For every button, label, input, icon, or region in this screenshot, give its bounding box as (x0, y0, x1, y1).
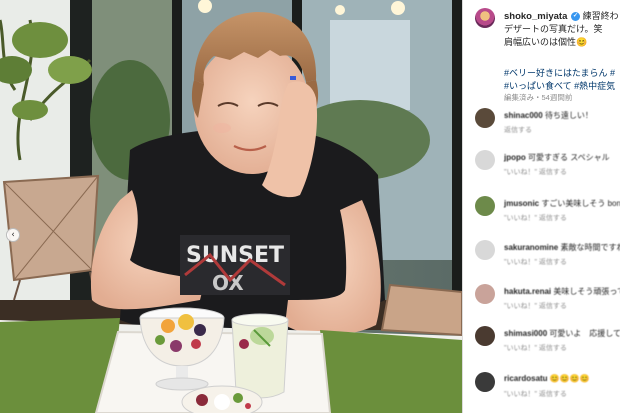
comment-reply-link[interactable]: "いいね！" 返信する (504, 389, 567, 399)
commenter-username[interactable]: shimasi000 (504, 329, 547, 338)
commenter-username[interactable]: hakuta.renai (504, 287, 551, 296)
comment-text: 可愛すぎる スペシャル (528, 153, 610, 162)
comment-reply-link[interactable]: "いいね！" 返信する (504, 213, 567, 223)
comment-reply-link[interactable]: "いいね！" 返信する (504, 257, 567, 267)
commenter-avatar[interactable] (475, 108, 495, 128)
caption-line: デザートの写真だけ。笑 (504, 24, 603, 34)
commenter-username[interactable]: sakuranomine (504, 243, 558, 252)
comment-text-row: shinac000 待ち遠しい！ (504, 110, 593, 121)
commenter-avatar[interactable] (475, 150, 495, 170)
hashtag-link[interactable]: #いっぱい食べて #熱中症気 (504, 79, 615, 92)
comment-text: 😊😊😊😊 (549, 374, 590, 383)
carousel-prev-button[interactable]: ‹ (6, 228, 20, 242)
comment-item: shimasi000 可愛いよ 応援してます "いいね！" 返信する (475, 326, 620, 356)
chevron-left-icon: ‹ (11, 230, 15, 240)
commenter-avatar[interactable] (475, 372, 495, 392)
post-meta: 編集済み・54週間前 (504, 93, 573, 102)
photo-illustration: SUNSET OX (0, 0, 462, 413)
comment-item: jpopo 可愛すぎる スペシャル "いいね！" 返信する (475, 150, 620, 180)
commenter-avatar[interactable] (475, 196, 495, 216)
comment-text-row: jpopo 可愛すぎる スペシャル (504, 152, 610, 163)
verified-icon: ✓ (571, 11, 581, 21)
comment-text-row: shimasi000 可愛いよ 応援してます (504, 328, 620, 339)
commenter-username[interactable]: jmusonic (504, 199, 539, 208)
commenter-avatar[interactable] (475, 240, 495, 260)
comment-item: sakuranomine 素敵な時間ですね "いいね！" 返信する (475, 240, 620, 270)
author-avatar[interactable] (475, 8, 495, 28)
comment-text-row: ricardosatu 😊😊😊😊 (504, 374, 590, 383)
post-sidebar: shoko_miyata ✓ 練習終わり デザートの写真だけ。笑 肩幅広いのは個… (462, 0, 620, 413)
caption-line: 肩幅広いのは個性😊 (504, 37, 588, 47)
comment-reply-link[interactable]: 返信する (504, 125, 532, 135)
caption-first-line: 練習終わり (582, 11, 620, 21)
post-photo[interactable]: SUNSET OX ‹ (0, 0, 462, 413)
comment-text: 素敵な時間ですね (560, 243, 620, 252)
comment-text: 待ち遠しい！ (544, 111, 593, 120)
author-username[interactable]: shoko_miyata (504, 11, 567, 22)
commenter-avatar[interactable] (475, 284, 495, 304)
author-username-row: shoko_miyata ✓ 練習終わり (504, 9, 620, 22)
commenter-username[interactable]: ricardosatu (504, 374, 548, 383)
comment-item: jmusonic すごい美味しそう bon ap "いいね！" 返信する (475, 196, 620, 226)
hashtag-link[interactable]: #ベリー好きにはたまらん # (504, 66, 615, 79)
commenter-username[interactable]: shinac000 (504, 111, 543, 120)
comment-reply-link[interactable]: "いいね！" 返信する (504, 301, 567, 311)
comment-reply-link[interactable]: "いいね！" 返信する (504, 167, 567, 177)
shirt-text-line2: OX (212, 271, 244, 295)
comment-item: ricardosatu 😊😊😊😊 "いいね！" 返信する (475, 372, 620, 402)
comment-text: 美味しそう頑張って (553, 287, 620, 296)
comment-text-row: jmusonic すごい美味しそう bon ap (504, 198, 620, 209)
post-caption: shoko_miyata ✓ 練習終わり デザートの写真だけ。笑 肩幅広いのは個… (475, 8, 620, 102)
comment-text: すごい美味しそう bon ap (541, 199, 620, 208)
commenter-username[interactable]: jpopo (504, 153, 526, 162)
comment-text: 可愛いよ 応援してます (549, 329, 620, 338)
comment-text-row: sakuranomine 素敵な時間ですね (504, 242, 620, 253)
comment-item: hakuta.renai 美味しそう頑張って "いいね！" 返信する (475, 284, 620, 314)
comment-text-row: hakuta.renai 美味しそう頑張って (504, 286, 620, 297)
comment-reply-link[interactable]: "いいね！" 返信する (504, 343, 567, 353)
comment-item: shinac000 待ち遠しい！ 返信する (475, 108, 620, 138)
commenter-avatar[interactable] (475, 326, 495, 346)
